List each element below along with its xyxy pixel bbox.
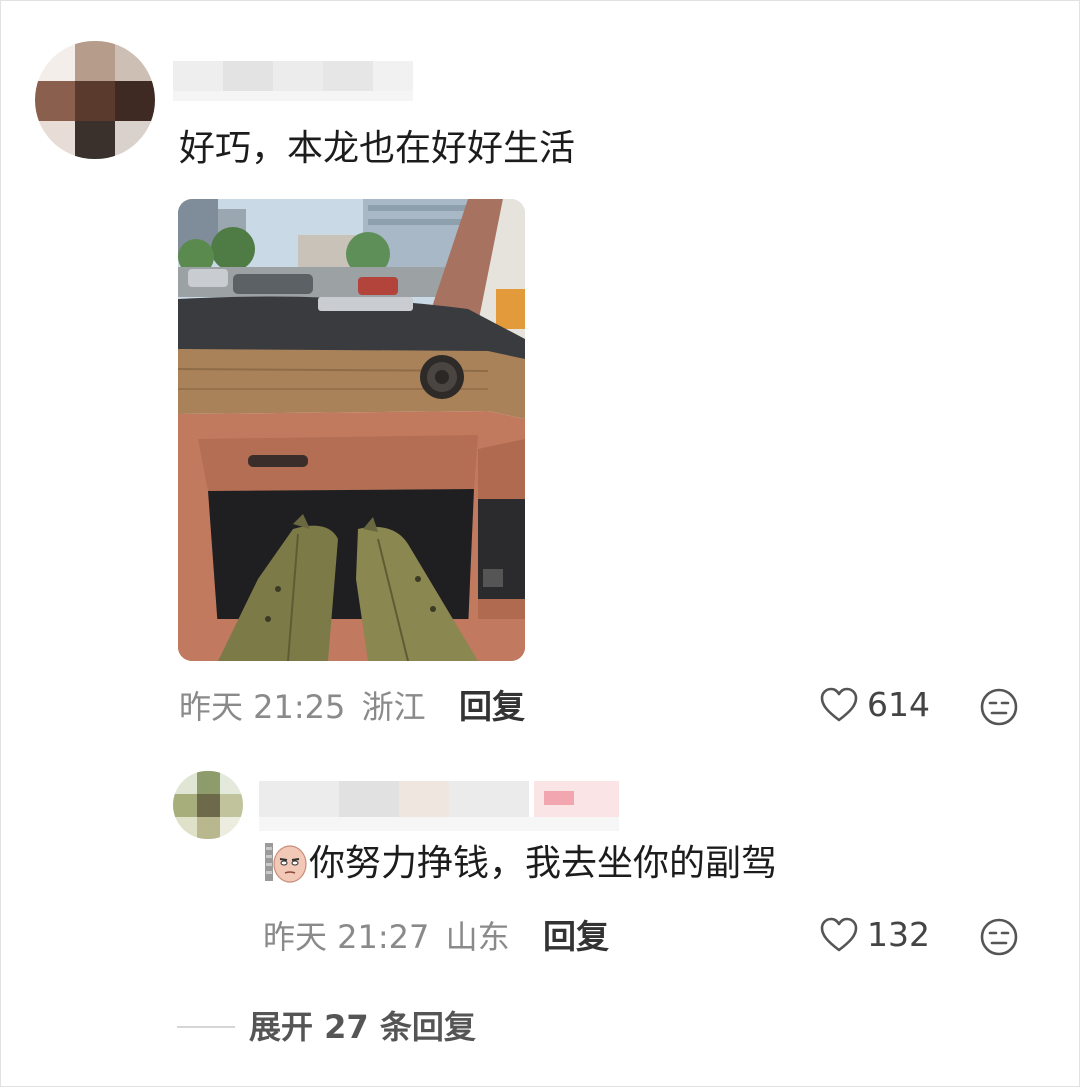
reply-meta: 昨天 21:27 山东 — [263, 919, 510, 955]
comment-meta: 昨天 21:25 浙江 — [179, 689, 426, 725]
comment-time: 昨天 21:25 — [179, 688, 346, 726]
car-interior-photo — [178, 199, 525, 661]
comment-image[interactable] — [178, 199, 525, 661]
commenter-username[interactable] — [173, 53, 413, 105]
comment-dislike-button[interactable] — [979, 687, 1019, 731]
reply-reply-button[interactable]: 回复 — [543, 919, 609, 955]
reply-text: 你努力挣钱，我去坐你的副驾 — [309, 843, 778, 884]
comment-like-button[interactable]: 614 — [819, 687, 930, 723]
commenter-avatar[interactable] — [35, 41, 155, 159]
comment-thread: 好巧，本龙也在好好生活 昨天 21:25 浙江 回复 614 你努力挣钱，我去坐… — [0, 0, 1080, 1087]
replier-username[interactable] — [259, 775, 619, 831]
expand-replies-label: 展开 27 条回复 — [249, 1008, 476, 1046]
comment-location: 浙江 — [361, 688, 426, 726]
expand-divider — [177, 1026, 235, 1028]
reply-like-count: 132 — [867, 915, 930, 954]
heart-outline-icon — [820, 917, 858, 952]
reply-location: 山东 — [445, 918, 510, 956]
unhappy-face-icon — [980, 688, 1018, 726]
replier-avatar[interactable] — [173, 771, 243, 839]
comment-like-count: 614 — [867, 685, 930, 724]
expand-replies-button[interactable]: 展开 27 条回复 — [177, 1009, 476, 1045]
comment-text: 好巧，本龙也在好好生活 — [179, 128, 576, 169]
face-emoji-icon — [265, 841, 307, 883]
unhappy-face-icon — [980, 918, 1018, 956]
reply-dislike-button[interactable] — [979, 917, 1019, 961]
heart-outline-icon — [820, 687, 858, 722]
reply-like-button[interactable]: 132 — [819, 917, 930, 953]
reply-time: 昨天 21:27 — [263, 918, 430, 956]
comment-reply-button[interactable]: 回复 — [459, 689, 525, 725]
